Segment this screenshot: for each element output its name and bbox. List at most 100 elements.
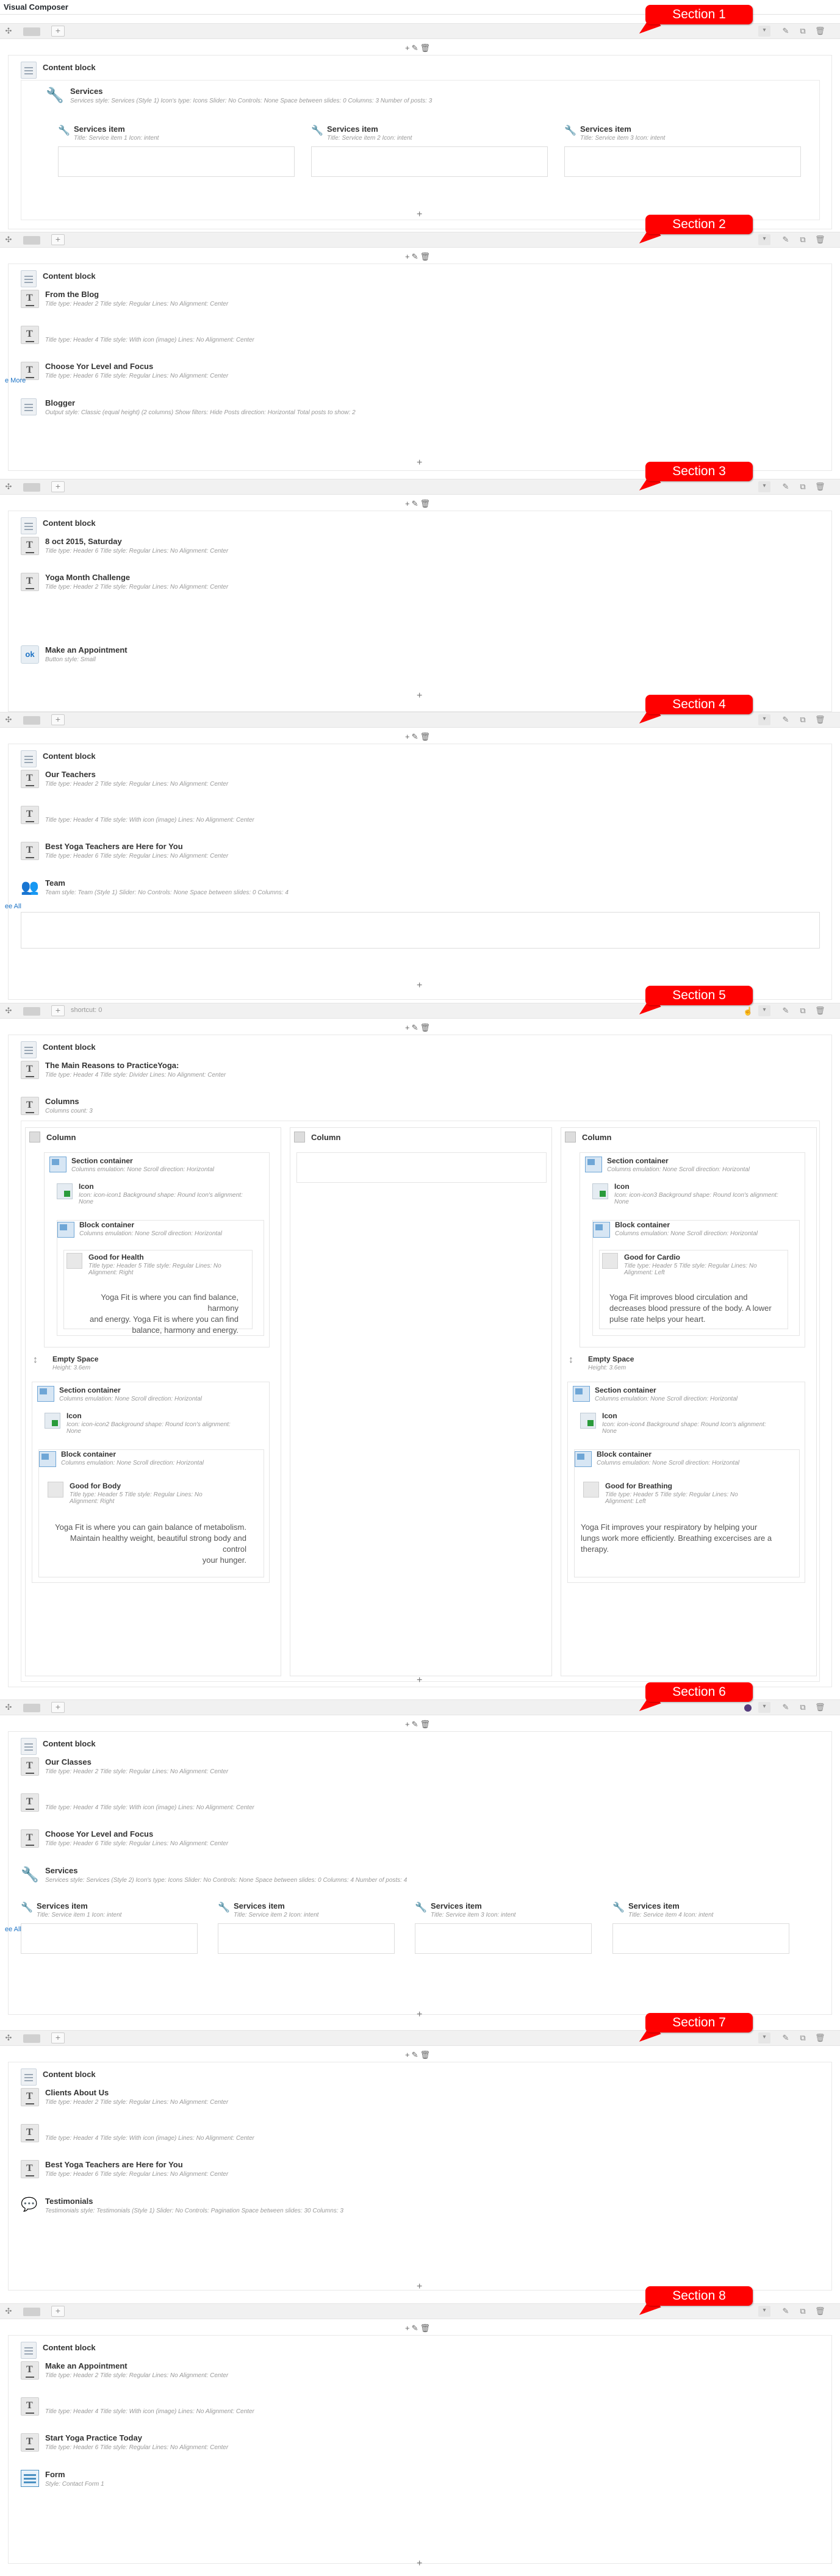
element[interactable]: Blogger Output style: Classic (equal heig… bbox=[21, 397, 814, 426]
element[interactable]: Title type: Header 4 Title style: With i… bbox=[21, 2123, 814, 2152]
clone-row-icon[interactable]: ⧉ bbox=[798, 1702, 808, 1712]
element[interactable]: Form Style: Contact Form 1 bbox=[21, 2469, 814, 2498]
see-all-link[interactable]: ee All bbox=[5, 1926, 21, 1933]
edit-row-icon[interactable]: ✎ bbox=[781, 2033, 791, 2043]
services-item[interactable]: 🔧 Services item Title: Service item 2 Icon… bbox=[311, 124, 548, 177]
add-row-button[interactable]: + bbox=[51, 481, 65, 492]
column-tools[interactable]: +✎🗑 bbox=[405, 1720, 432, 1729]
services-item[interactable]: 🔧 Services item Title: Service item 1 Icon… bbox=[21, 1901, 198, 1954]
edit-row-icon[interactable]: ✎ bbox=[781, 1006, 791, 1016]
element[interactable]: 8 oct 2015, Saturday Title type: Header 6… bbox=[21, 536, 814, 565]
element[interactable]: Title type: Header 4 Title style: With i… bbox=[21, 805, 814, 834]
layout-icon[interactable] bbox=[23, 1007, 40, 1016]
element[interactable]: Yoga Month Challenge Title type: Header 2… bbox=[21, 572, 814, 601]
delete-row-icon[interactable]: 🗑 bbox=[815, 482, 825, 492]
add-row-button[interactable]: + bbox=[51, 2032, 65, 2043]
more-link[interactable]: e More bbox=[5, 377, 26, 384]
delete-row-icon[interactable]: 🗑 bbox=[815, 2306, 825, 2316]
clone-row-icon[interactable]: ⧉ bbox=[798, 1006, 808, 1016]
element[interactable]: From the Blog Title type: Header 2 Title … bbox=[21, 289, 814, 318]
add-row-button[interactable]: + bbox=[51, 2306, 65, 2317]
edit-row-icon[interactable]: ✎ bbox=[781, 1702, 791, 1712]
column-tools[interactable]: +✎🗑 bbox=[405, 499, 432, 509]
element[interactable]: 🔧 Services Services style: Services (Style… bbox=[46, 85, 778, 115]
add-element-button[interactable]: + bbox=[417, 2281, 422, 2292]
layout-icon[interactable] bbox=[23, 716, 40, 725]
services-item[interactable]: 🔧 Services item Title: Service item 1 Icon… bbox=[58, 124, 295, 177]
move-icon[interactable]: ✣ bbox=[4, 1702, 13, 1712]
element[interactable]: Start Yoga Practice Today Title type: Hea… bbox=[21, 2432, 814, 2461]
add-element-button[interactable]: + bbox=[417, 1675, 422, 1686]
add-element-button[interactable]: + bbox=[417, 2009, 422, 2020]
add-row-button[interactable]: + bbox=[51, 714, 65, 725]
clone-row-icon[interactable]: ⧉ bbox=[798, 26, 808, 36]
services-item[interactable]: 🔧 Services item Title: Service item 2 Icon… bbox=[218, 1901, 395, 1954]
services-item[interactable]: 🔧 Services item Title: Service item 3 Icon… bbox=[415, 1901, 592, 1954]
element[interactable]: Best Yoga Teachers are Here for You Title… bbox=[21, 841, 814, 870]
delete-row-icon[interactable]: 🗑 bbox=[815, 1006, 825, 1016]
edit-row-icon[interactable]: ✎ bbox=[781, 26, 791, 36]
clone-row-icon[interactable]: ⧉ bbox=[798, 235, 808, 245]
add-element-button[interactable]: + bbox=[417, 2558, 422, 2569]
column-tools[interactable]: +✎🗑 bbox=[405, 2323, 432, 2333]
delete-row-icon[interactable]: 🗑 bbox=[815, 1702, 825, 1712]
element[interactable]: 🔧 Services Services style: Services (Style… bbox=[21, 1865, 814, 1894]
chevron-down-icon[interactable]: ▾ bbox=[758, 26, 770, 37]
element[interactable]: 👥 Team Team style: Team (Style 1) Slider: … bbox=[21, 877, 814, 906]
delete-row-icon[interactable]: 🗑 bbox=[815, 26, 825, 36]
move-icon[interactable]: ✣ bbox=[4, 235, 13, 245]
chevron-down-icon[interactable]: ▾ bbox=[758, 1702, 770, 1713]
delete-row-icon[interactable]: 🗑 bbox=[815, 715, 825, 725]
chevron-down-icon[interactable]: ▾ bbox=[758, 481, 770, 492]
chevron-down-icon[interactable]: ▾ bbox=[758, 2032, 770, 2043]
add-row-button[interactable]: + bbox=[51, 1005, 65, 1016]
add-row-button[interactable]: + bbox=[51, 1702, 65, 1713]
chevron-down-icon[interactable]: ▾ bbox=[758, 1005, 770, 1016]
move-icon[interactable]: ✣ bbox=[4, 1006, 13, 1016]
element[interactable]: Our Teachers Title type: Header 2 Title s… bbox=[21, 769, 814, 798]
layout-icon[interactable] bbox=[23, 2308, 40, 2316]
chevron-down-icon[interactable]: ▾ bbox=[758, 234, 770, 245]
clone-row-icon[interactable]: ⧉ bbox=[798, 482, 808, 492]
column-tools[interactable]: +✎🗑 bbox=[405, 1023, 432, 1033]
element[interactable]: Choose Yor Level and FocusTitle type: He… bbox=[21, 1828, 814, 1857]
services-item[interactable]: 🔧 Services item Title: Service item 4 Icon… bbox=[612, 1901, 789, 1954]
layout-icon[interactable] bbox=[23, 27, 40, 36]
column-tools[interactable]: +✎🗑 bbox=[405, 2050, 432, 2060]
add-element-button[interactable]: + bbox=[417, 980, 422, 991]
layout-icon[interactable] bbox=[23, 483, 40, 492]
clone-row-icon[interactable]: ⧉ bbox=[798, 2306, 808, 2316]
edit-row-icon[interactable]: ✎ bbox=[781, 715, 791, 725]
element[interactable]: Title type: Header 4 Title style: With i… bbox=[21, 325, 814, 354]
edit-row-icon[interactable]: ✎ bbox=[781, 482, 791, 492]
element[interactable]: ok Make an Appointment Button style: Small bbox=[21, 644, 814, 673]
add-element-button[interactable]: + bbox=[417, 209, 422, 220]
element[interactable]: Choose Yor Level and FocusTitle type: He… bbox=[21, 361, 814, 390]
layout-icon[interactable] bbox=[23, 1704, 40, 1712]
move-icon[interactable]: ✣ bbox=[4, 26, 13, 36]
clone-row-icon[interactable]: ⧉ bbox=[798, 2033, 808, 2043]
element[interactable]: Our ClassesTitle type: Header 2 Title st… bbox=[21, 1756, 814, 1785]
add-row-button[interactable]: + bbox=[51, 234, 65, 245]
element[interactable]: Title type: Header 4 Title style: With i… bbox=[21, 2396, 814, 2425]
delete-row-icon[interactable]: 🗑 bbox=[815, 235, 825, 245]
chevron-down-icon[interactable]: ▾ bbox=[758, 714, 770, 725]
column-tools[interactable]: +✎🗑 bbox=[405, 252, 432, 262]
element[interactable]: The Main Reasons to PracticeYoga: Title t… bbox=[21, 1060, 814, 1089]
layout-icon[interactable] bbox=[23, 2034, 40, 2043]
delete-row-icon[interactable]: 🗑 bbox=[815, 2033, 825, 2043]
element[interactable]: Clients About Us Title type: Header 2 Tit… bbox=[21, 2087, 814, 2116]
add-row-button[interactable]: + bbox=[51, 26, 65, 37]
move-icon[interactable]: ✣ bbox=[4, 2033, 13, 2043]
chevron-down-icon[interactable]: ▾ bbox=[758, 2306, 770, 2317]
add-element-button[interactable]: + bbox=[417, 457, 422, 468]
see-all-link[interactable]: ee All bbox=[5, 903, 21, 910]
services-item[interactable]: 🔧 Services item Title: Service item 3 Icon… bbox=[564, 124, 801, 177]
edit-row-icon[interactable]: ✎ bbox=[781, 235, 791, 245]
element[interactable]: Title type: Header 4 Title style: With i… bbox=[21, 1792, 814, 1821]
element[interactable]: 💬 Testimonials Testimonials style: Testimo… bbox=[21, 2195, 814, 2225]
column-tools[interactable]: +✎🗑 bbox=[405, 732, 432, 742]
move-icon[interactable]: ✣ bbox=[4, 482, 13, 492]
add-element-button[interactable]: + bbox=[417, 691, 422, 701]
column-tools[interactable]: +✎🗑 bbox=[405, 43, 432, 53]
